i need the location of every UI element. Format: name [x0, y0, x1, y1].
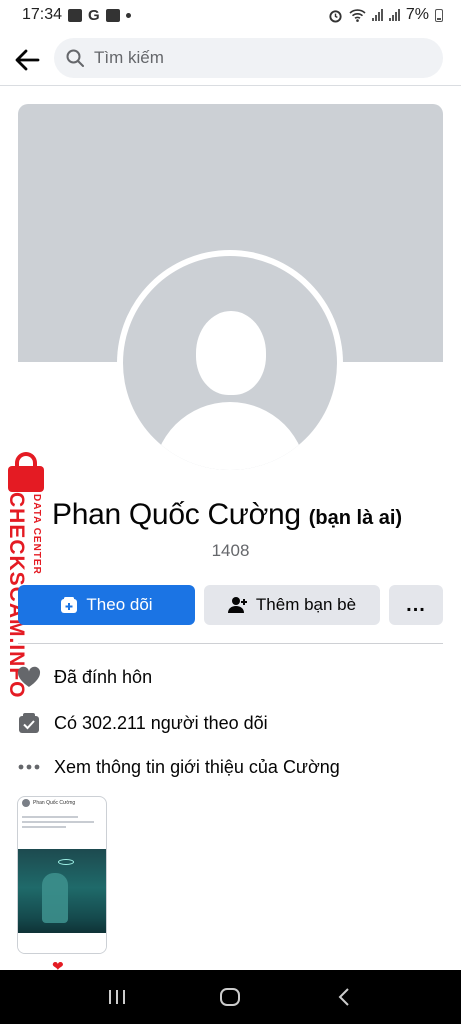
battery-percent: 7%: [405, 6, 429, 23]
profile-name: Phan Quốc Cường: [52, 498, 301, 531]
dots-icon: [16, 755, 42, 779]
more-options-button[interactable]: ...: [389, 585, 443, 625]
heart-icon: [16, 665, 42, 689]
profile-actions: Theo dõi Thêm bạn bè ...: [18, 585, 443, 625]
search-icon: [66, 49, 84, 67]
about-info-link[interactable]: Xem thông tin giới thiệu của Cường: [54, 757, 340, 778]
alarm-icon: [329, 9, 342, 23]
thumbnail-header: Phan Quốc Cường: [18, 797, 106, 809]
profile-avatar[interactable]: [117, 250, 343, 476]
followers-row[interactable]: Có 302.211 người theo dõi: [16, 709, 446, 737]
recent-apps-button[interactable]: [97, 977, 137, 1017]
home-button[interactable]: [210, 977, 250, 1017]
section-divider: [18, 643, 443, 644]
search-input[interactable]: [94, 48, 394, 68]
relationship-status-row: Đã đính hôn: [16, 663, 446, 691]
search-box[interactable]: [54, 38, 443, 78]
follow-button[interactable]: Theo dõi: [18, 585, 195, 625]
thumbnail-text-lines: [18, 809, 106, 828]
system-nav-bar: [0, 970, 461, 1024]
search-header: [0, 34, 461, 86]
thumbnail-author: Phan Quốc Cường: [33, 800, 76, 806]
add-friend-button-label: Thêm bạn bè: [255, 595, 357, 614]
recent-apps-icon: [108, 990, 125, 1004]
follow-button-label: Theo dõi: [86, 595, 153, 614]
default-avatar-silhouette: [123, 256, 337, 470]
status-bar-left: 17:34 G: [22, 6, 131, 24]
profile-nickname: (bạn là ai): [308, 507, 403, 529]
app-notification-icon: [105, 8, 120, 22]
more-options-label: ...: [406, 593, 426, 616]
arrow-left-icon: [15, 49, 40, 70]
post-thumbnail[interactable]: Phan Quốc Cường: [17, 796, 107, 954]
status-bar: 17:34 G 7%: [0, 0, 461, 30]
status-time: 17:34: [22, 6, 63, 23]
thumbnail-footer: [18, 933, 106, 953]
status-bar-right: 7%: [328, 6, 443, 24]
back-button[interactable]: [0, 36, 54, 84]
profile-name-block: Phan Quốc Cường (bạn là ai): [52, 498, 452, 532]
watermark: CHECKSCAM.INFO DATA CENTER: [2, 452, 50, 699]
google-notification-icon: G: [88, 6, 100, 24]
image-notification-icon: [68, 8, 83, 22]
signal-strength-2-icon: [388, 9, 400, 21]
home-icon: [220, 988, 241, 1006]
profile-id-number: 1408: [211, 541, 250, 560]
followers-count-text: Có 302.211 người theo dõi: [54, 712, 268, 733]
person-add-icon: [227, 597, 247, 613]
wifi-icon: [349, 8, 366, 22]
add-friend-button[interactable]: Thêm bạn bè: [204, 585, 380, 625]
system-back-button[interactable]: [324, 977, 364, 1017]
watermark-sub-text: DATA CENTER: [31, 494, 42, 575]
thumbnail-halo-shape: [58, 859, 74, 865]
more-notifications-icon: [125, 12, 131, 18]
followers-check-icon: [16, 711, 42, 735]
follow-plus-icon: [61, 597, 78, 613]
signal-strength-icon: [371, 9, 383, 21]
chevron-left-icon: [338, 988, 349, 1006]
battery-icon: [435, 8, 443, 22]
relationship-status-text: Đã đính hôn: [54, 666, 153, 687]
about-info-row[interactable]: Xem thông tin giới thiệu của Cường: [16, 753, 446, 781]
avatar-head-shape: [196, 311, 266, 395]
thumbnail-figure-shape: [42, 873, 68, 923]
watermark-lock-icon: [6, 452, 48, 492]
thumbnail-avatar: [22, 799, 30, 807]
avatar-body-shape: [153, 402, 307, 470]
